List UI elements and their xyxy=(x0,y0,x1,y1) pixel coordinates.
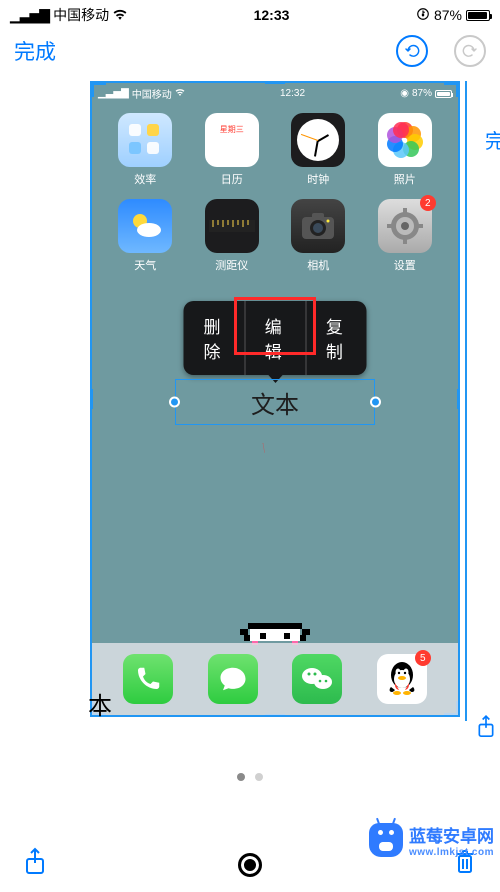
app-clock: 时钟 xyxy=(279,113,358,187)
inner-status-bar: ▁▃▅▇ 中国移动 12:32 ◉ 87% xyxy=(92,83,458,101)
app-measure: 测距仪 xyxy=(193,199,272,273)
markup-pen-button[interactable] xyxy=(238,853,262,877)
canvas: ▁▃▅▇ 中国移动 12:32 ◉ 87% 效率 xyxy=(30,81,470,757)
wifi-icon xyxy=(175,88,185,99)
done-button-peek: 完 xyxy=(485,125,500,154)
text-annotation-value: 文本 xyxy=(251,385,299,420)
wifi-icon xyxy=(113,7,127,23)
page-dot[interactable] xyxy=(255,773,263,781)
redo-button[interactable] xyxy=(454,35,486,67)
selection-handle[interactable] xyxy=(169,397,180,408)
editor-toolbar: 完成 xyxy=(0,27,500,81)
watermark-url: www.lmkjst.com xyxy=(409,847,494,858)
next-screenshot-peek: 完 xyxy=(465,81,495,721)
screenshot-thumbnail[interactable]: ▁▃▅▇ 中国移动 12:32 ◉ 87% 效率 xyxy=(90,81,460,717)
battery-pct: 87% xyxy=(434,7,462,23)
crop-handle[interactable] xyxy=(456,81,460,97)
calendar-day: 17 xyxy=(217,135,246,161)
orientation-lock-icon: ◉ xyxy=(400,88,409,99)
watermark-logo-icon xyxy=(369,823,403,857)
menu-delete[interactable]: 删除 xyxy=(184,301,245,375)
crop-handle[interactable] xyxy=(457,389,460,409)
selection-handle[interactable] xyxy=(370,397,381,408)
calendar-icon: 星期三 17 xyxy=(205,113,259,167)
measure-icon xyxy=(205,199,259,253)
app-settings: 2 设置 xyxy=(366,199,445,273)
inner-battery-pct: 87% xyxy=(412,88,432,99)
outer-status-bar: ▁▃▅▇ 中国移动 12:33 87% xyxy=(0,0,500,27)
signal-icon: ▁▃▅▇ xyxy=(98,88,129,99)
annotation-arrow xyxy=(262,348,265,548)
text-annotation[interactable]: 文本 xyxy=(175,379,375,425)
wechat-icon xyxy=(292,654,342,704)
inner-clock: 12:32 xyxy=(280,88,305,99)
menu-copy[interactable]: 复制 xyxy=(306,301,367,375)
gear-icon: 2 xyxy=(378,199,432,253)
crop-handle[interactable] xyxy=(90,389,93,409)
app-label: 照片 xyxy=(394,171,416,187)
outer-clock: 12:33 xyxy=(254,7,290,23)
app-label: 天气 xyxy=(134,257,156,273)
crop-handle[interactable] xyxy=(265,81,285,84)
crop-handle[interactable] xyxy=(90,81,94,97)
battery-icon xyxy=(435,90,452,98)
menu-edit[interactable]: 编辑 xyxy=(245,301,306,375)
app-label: 日历 xyxy=(221,171,243,187)
watermark-title: 蓝莓安卓网 xyxy=(409,822,494,847)
app-label: 设置 xyxy=(394,257,416,273)
messages-icon xyxy=(208,654,258,704)
inner-carrier: 中国移动 xyxy=(132,86,172,101)
folder-icon xyxy=(118,113,172,167)
carrier-label: 中国移动 xyxy=(53,5,109,25)
clock-icon xyxy=(291,113,345,167)
camera-icon xyxy=(291,199,345,253)
phone-icon xyxy=(123,654,173,704)
app-label: 相机 xyxy=(307,257,329,273)
context-menu: 删除 编辑 复制 xyxy=(184,301,367,375)
home-screen-grid: 效率 星期三 17 日历 时钟 xyxy=(92,101,458,281)
page-dot[interactable] xyxy=(237,773,245,781)
page-indicator-inner: ● ○ xyxy=(92,628,458,637)
notification-badge: 5 xyxy=(415,650,431,666)
qq-icon: 5 xyxy=(377,654,427,704)
weather-icon xyxy=(118,199,172,253)
undo-button[interactable] xyxy=(396,35,428,67)
page-indicator xyxy=(0,773,500,781)
app-camera: 相机 xyxy=(279,199,358,273)
photos-icon xyxy=(378,113,432,167)
share-button[interactable] xyxy=(22,847,48,882)
dock: 5 xyxy=(92,643,458,715)
app-efficiency: 效率 xyxy=(106,113,185,187)
notification-badge: 2 xyxy=(420,195,436,211)
app-label: 时钟 xyxy=(307,171,329,187)
done-button[interactable]: 完成 xyxy=(14,36,56,66)
app-label: 测距仪 xyxy=(215,257,248,273)
app-label: 效率 xyxy=(134,171,156,187)
app-weather: 天气 xyxy=(106,199,185,273)
app-calendar: 星期三 17 日历 xyxy=(193,113,272,187)
orientation-lock-icon xyxy=(416,7,430,24)
app-photos: 照片 xyxy=(366,113,445,187)
share-icon[interactable] xyxy=(476,714,496,745)
battery-icon xyxy=(466,10,490,21)
watermark: 蓝莓安卓网 www.lmkjst.com xyxy=(369,822,494,858)
signal-icon: ▁▃▅▇ xyxy=(10,7,49,24)
